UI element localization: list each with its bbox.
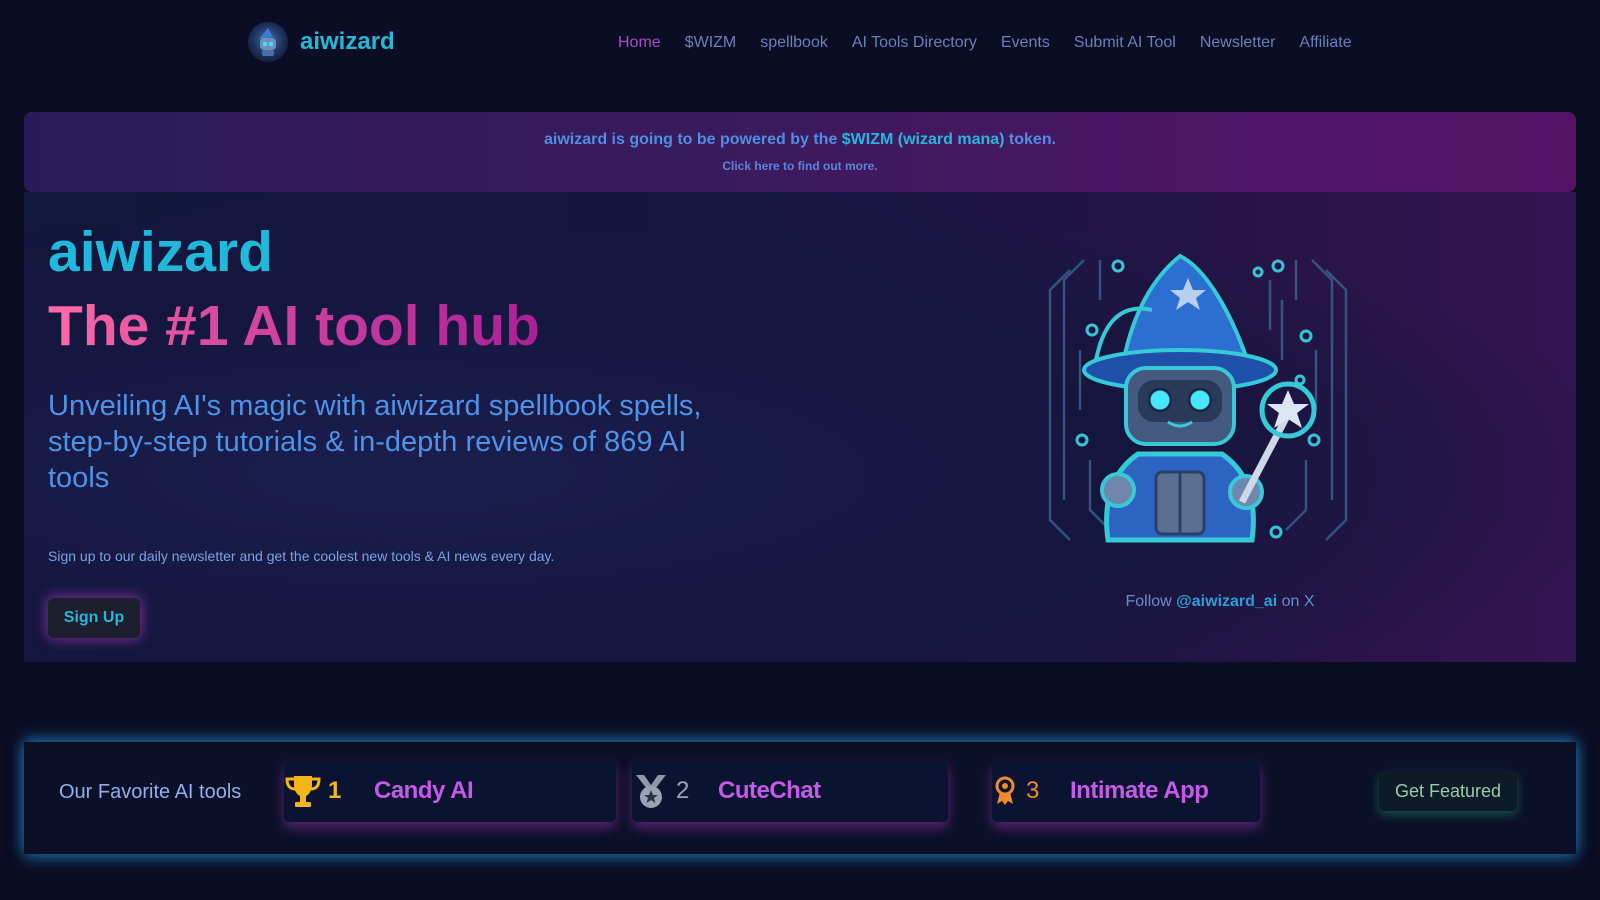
brand-logo-link[interactable]: aiwizard	[248, 22, 395, 62]
favorite-tool-name-2: CuteChat	[718, 777, 821, 804]
favorite-rank-2: 2	[676, 777, 690, 804]
favorite-tool-card-3[interactable]: 3 Intimate App	[992, 760, 1260, 822]
nav-newsletter[interactable]: Newsletter	[1200, 34, 1276, 52]
favorite-tool-card-1[interactable]: 1 Candy AI	[284, 760, 616, 822]
hero-section: aiwizard The #1 AI tool hub Unveiling AI…	[24, 192, 1576, 662]
robot-wizard-logo-icon	[248, 22, 288, 62]
banner-text-before: aiwizard is going to be powered by the	[543, 131, 842, 148]
favorites-label: Our Favorite AI tools	[59, 781, 242, 803]
nav-affiliate[interactable]: Affiliate	[1299, 34, 1351, 52]
newsletter-pitch: Sign up to our daily newsletter and get …	[48, 548, 555, 564]
nav-submit-ai-tool[interactable]: Submit AI Tool	[1074, 34, 1176, 52]
wizard-robot-mascot-image	[1030, 240, 1366, 564]
banner-message: aiwizard is going to be powered by the $…	[24, 131, 1576, 149]
follow-on-x: Follow @aiwizard_ai on X	[1044, 593, 1396, 611]
banner-find-out-more-link[interactable]: Click here to find out more.	[24, 159, 1576, 173]
hero-description: Unveiling AI's magic with aiwizard spell…	[48, 390, 702, 494]
favorite-tool-name-3: Intimate App	[1070, 777, 1209, 804]
wizm-announcement-banner[interactable]: aiwizard is going to be powered by the $…	[24, 112, 1576, 192]
nav-wizm[interactable]: $WIZM	[685, 34, 737, 52]
favorite-tool-name-1: Candy AI	[374, 777, 474, 804]
favorite-rank-1: 1	[328, 777, 342, 804]
nav-ai-tools-directory[interactable]: AI Tools Directory	[852, 34, 977, 52]
follow-suffix: on X	[1277, 593, 1315, 610]
favorite-tools-bar: Our Favorite AI tools 1 Candy AI 2 CuteC…	[24, 742, 1576, 854]
favorite-tool-card-2[interactable]: 2 CuteChat	[632, 760, 948, 822]
get-featured-button[interactable]: Get Featured	[1379, 771, 1517, 811]
sign-up-button[interactable]: Sign Up	[48, 598, 140, 638]
x-handle-link[interactable]: @aiwizard_ai	[1176, 593, 1277, 610]
top-navigation: aiwizard Home $WIZM spellbook AI Tools D…	[0, 0, 1600, 88]
nav-home[interactable]: Home	[618, 34, 661, 52]
main-menu: Home $WIZM spellbook AI Tools Directory …	[618, 34, 1376, 52]
hero-title: aiwizard	[48, 220, 273, 284]
favorite-rank-3: 3	[1026, 777, 1040, 804]
follow-prefix: Follow	[1125, 593, 1177, 610]
nav-spellbook[interactable]: spellbook	[760, 34, 828, 52]
nav-events[interactable]: Events	[1001, 34, 1050, 52]
hero-subtitle: The #1 AI tool hub	[48, 294, 540, 358]
trophy-icon	[284, 773, 322, 809]
banner-text-after: token.	[1004, 131, 1057, 148]
bronze-award-icon	[992, 773, 1030, 809]
silver-medal-icon	[632, 773, 670, 809]
brand-name: aiwizard	[300, 28, 395, 55]
banner-token-name: $WIZM (wizard mana)	[841, 131, 1005, 148]
